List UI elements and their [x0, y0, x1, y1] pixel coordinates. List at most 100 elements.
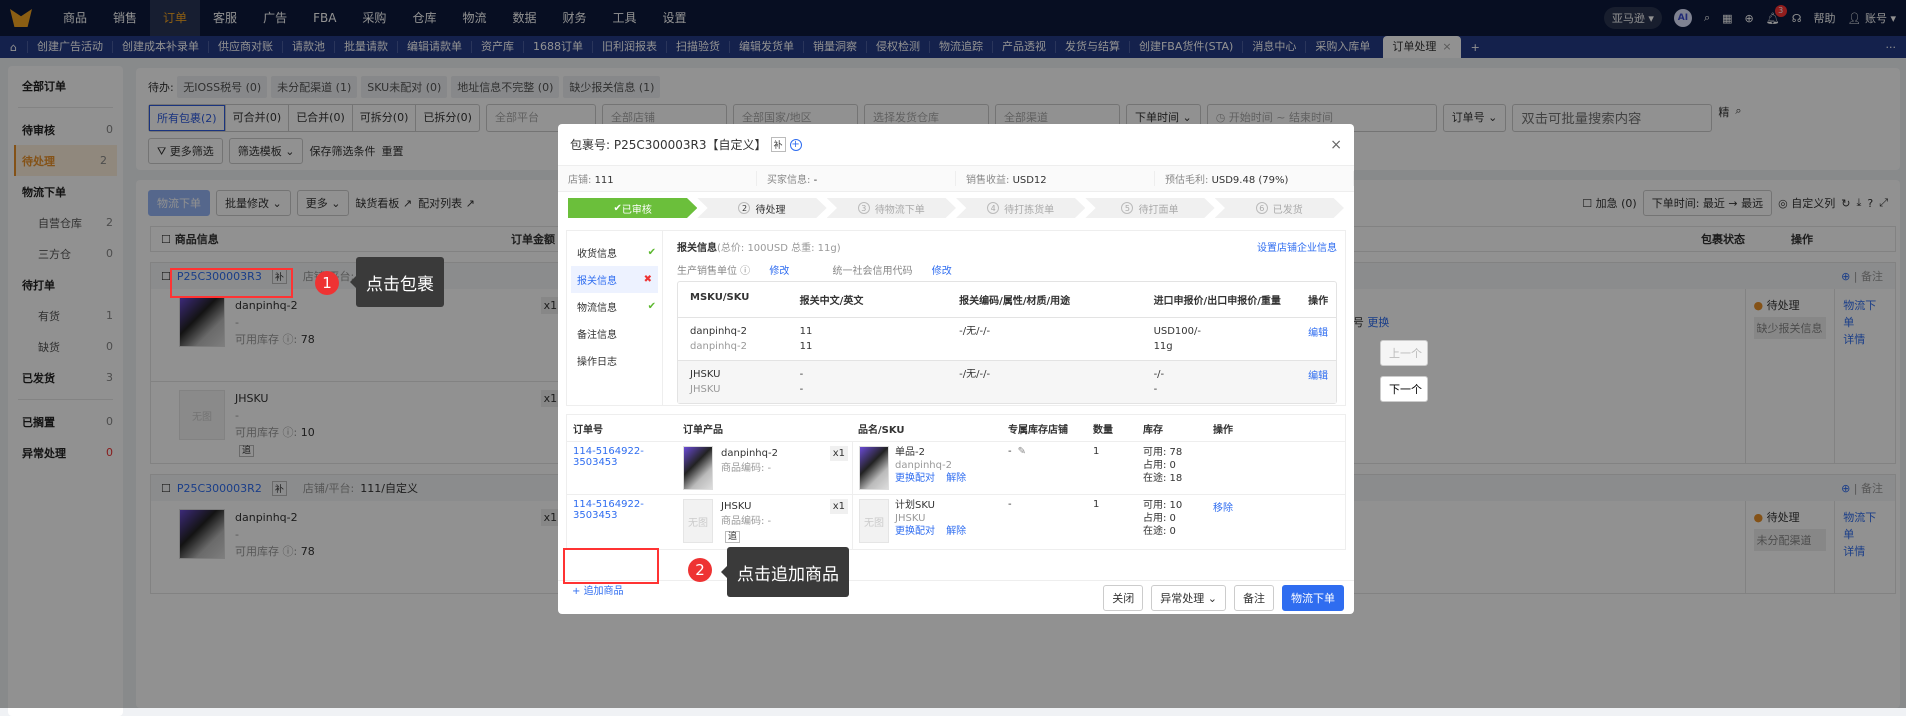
quantity: 1	[1093, 499, 1100, 510]
inventory-line: 在途: 0	[1143, 526, 1176, 537]
info-cell: 买家信息: -	[757, 171, 956, 186]
step-2: 2 待处理	[697, 198, 827, 218]
step-label: 已审核	[621, 204, 652, 216]
product-code: 商品编码: -	[721, 463, 772, 474]
info-cell: 销售收益: USD12	[956, 171, 1155, 186]
close-button[interactable]: 关闭	[1103, 584, 1144, 611]
cell-line: JHSKU	[690, 384, 721, 395]
info-cell: 店铺: 111	[558, 171, 757, 186]
orders-col-header: 库存	[1143, 424, 1163, 436]
unbind-link[interactable]: 解除	[946, 473, 966, 484]
package-detail-modal: 包裹号: P25C300003R3【自定义】补 + × 店铺: 111 买家信息: …	[558, 124, 1354, 614]
step-label: 待物流下单	[874, 204, 925, 216]
modal-title: 包裹号: P25C300003R3【自定义】	[570, 138, 767, 152]
step-label: 待打面单	[1138, 204, 1179, 216]
sku-code: JHSKU	[895, 513, 926, 524]
sku-name: 计划SKU	[895, 500, 935, 511]
modal-nav-item[interactable]: 收货信息 ✔	[567, 239, 662, 266]
sku-image: 无图	[859, 499, 889, 543]
annotation-box-2	[563, 548, 659, 584]
step-label: 待处理	[755, 204, 786, 216]
cell-line: 11g	[1153, 341, 1173, 352]
product-info: JHSKU 商品编码: - 追	[721, 499, 771, 545]
quantity: 1	[1093, 446, 1100, 457]
sku-info: 单品-2 danpinhq-2 更换配对 解除	[895, 446, 966, 490]
product-code: 商品编码: -	[721, 516, 772, 527]
customs-cell: --	[788, 367, 948, 397]
store-value: -	[1008, 446, 1012, 457]
credit-edit-link[interactable]: 修改	[932, 266, 952, 277]
modal-nav-item[interactable]: 物流信息 ✔	[567, 293, 662, 320]
supplement-tag: 补	[770, 137, 786, 152]
modal-nav-label: 备注信息	[577, 330, 617, 341]
set-company-link[interactable]: 设置店铺企业信息	[1257, 239, 1337, 254]
step-4: 4 待打拣货单	[955, 198, 1086, 218]
inventory-line: 占用: 0	[1143, 513, 1176, 524]
annotation-tooltip-1: 点击包裹	[350, 257, 444, 307]
check-icon: ✔	[647, 247, 656, 258]
customs-cell: -/- -	[1142, 367, 1297, 397]
edit-link[interactable]: 编辑	[1296, 324, 1336, 354]
info-value: 111	[594, 175, 614, 186]
annotation-badge-2: 2	[688, 558, 712, 582]
step-label: 待打拣货单	[1004, 204, 1055, 216]
edit-icon[interactable]: ✎	[1018, 446, 1026, 457]
info-label: 预估毛利:	[1165, 175, 1209, 186]
info-label: 买家信息:	[767, 175, 811, 186]
product-name: danpinhq-2	[721, 448, 778, 459]
change-pair-link[interactable]: 更换配对	[895, 473, 935, 484]
quantity-badge: x1	[829, 499, 848, 514]
annotation-tooltip-2: 点击追加商品	[721, 547, 849, 597]
customs-table: MSKU/SKU 报关中文/英文 报关编码/属性/材质/用途 进口申报价/出口申报价/…	[677, 281, 1337, 404]
ship-modal-button[interactable]: 物流下单	[1282, 584, 1344, 611]
prev-button[interactable]: 上一个	[1380, 340, 1428, 366]
remove-link[interactable]: 移除	[1207, 495, 1247, 549]
exception-dropdown[interactable]: 异常处理 ⌄	[1151, 584, 1226, 611]
product-info: danpinhq-2 商品编码: -	[721, 446, 778, 490]
annotation-badge-1: 1	[315, 271, 339, 295]
edit-link[interactable]: 编辑	[1296, 367, 1336, 397]
sku-actions: 更换配对 解除	[895, 472, 966, 485]
close-icon[interactable]: ×	[1330, 137, 1342, 153]
cell-line: danpinhq-2	[690, 326, 747, 337]
modal-nav-item[interactable]: 报关信息 ✖	[571, 266, 658, 293]
modal-nav-label: 收货信息	[577, 249, 617, 260]
order-id-link[interactable]: 114-5164922-3503453	[567, 442, 677, 494]
inventory-line: 在途: 18	[1143, 473, 1183, 484]
step-6: 6 已发货	[1214, 198, 1344, 218]
remove-link[interactable]	[1207, 442, 1247, 494]
sku-pair: 单品-2 danpinhq-2 更换配对 解除	[852, 442, 1002, 494]
exclusive-store: -	[1002, 495, 1087, 549]
cell-line: -	[799, 369, 804, 380]
sku-info: 计划SKU JHSKU 更换配对 解除	[895, 499, 966, 545]
order-id-link[interactable]: 114-5164922-3503453	[567, 495, 677, 549]
orders-col-header: 操作	[1213, 424, 1233, 436]
next-button[interactable]: 下一个	[1380, 376, 1428, 402]
step-number: 5	[1121, 202, 1134, 214]
customs-cell: USD100/- 11g	[1142, 324, 1297, 354]
unbind-link[interactable]: 解除	[946, 526, 966, 537]
credit-label: 统一社会信用代码	[832, 266, 913, 277]
info-value: -	[813, 175, 818, 186]
info-label: 店铺:	[568, 175, 592, 186]
inventory-line: 可用: 10	[1143, 500, 1183, 511]
inventory: 可用: 10 占用: 0 在途: 0	[1137, 495, 1207, 549]
cell-line: 11	[799, 341, 813, 352]
cell-line: danpinhq-2	[690, 341, 747, 352]
product-name: JHSKU	[721, 501, 752, 512]
cell-line: -/无/-/-	[959, 369, 991, 380]
add-icon[interactable]: +	[789, 138, 802, 151]
remark-button[interactable]: 备注	[1234, 584, 1274, 611]
modal-nav-item[interactable]: 操作日志	[567, 347, 662, 374]
step-label: 已发货	[1272, 204, 1303, 216]
cell-line: -/-	[1153, 369, 1165, 380]
modal-nav-item[interactable]: 备注信息	[567, 320, 662, 347]
customs-section: 收货信息 ✔ 报关信息 ✖ 物流信息 ✔ 备注信息 操作日志 报关信息 (总价: 100USD …	[566, 230, 1346, 406]
unit-edit-link[interactable]: 修改	[769, 266, 789, 277]
change-pair-link[interactable]: 更换配对	[895, 526, 935, 537]
product-image	[683, 446, 713, 490]
inventory: 可用: 78 占用: 0 在途: 18	[1137, 442, 1207, 494]
step-number: 4	[987, 202, 1000, 214]
customs-title: 报关信息	[677, 243, 717, 254]
cell-line: -	[1153, 384, 1158, 395]
